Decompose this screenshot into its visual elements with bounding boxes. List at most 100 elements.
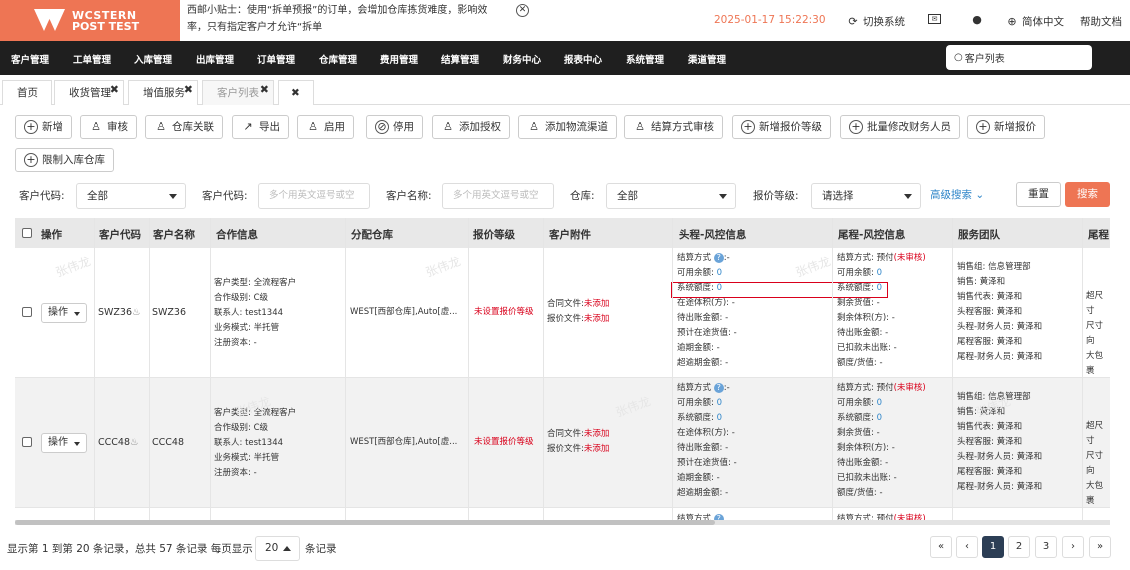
close-icon: ✖ [291, 87, 300, 99]
select-all-checkbox[interactable] [22, 228, 32, 238]
prev-page-button[interactable]: ‹ [956, 536, 978, 558]
warehouse-link-button[interactable]: ♙ 仓库关联 [145, 115, 223, 139]
col-divider [149, 218, 150, 524]
risk-value: - [879, 488, 883, 498]
switch-system-button[interactable]: ⟳ 切换系统 [847, 14, 905, 29]
add-quote-level-button[interactable]: + 新增报价等级 [732, 115, 831, 139]
last-page-button[interactable]: » [1089, 536, 1111, 558]
nav-item-fee[interactable]: 费用管理 [380, 52, 418, 66]
nav-item-inbound[interactable]: 入库管理 [134, 52, 172, 66]
tab-home[interactable]: 首页 [2, 80, 52, 105]
add-button[interactable]: + 新增 [15, 115, 72, 139]
close-icon[interactable]: ✖ [184, 78, 193, 102]
row-checkbox[interactable] [22, 437, 32, 447]
reset-button[interactable]: 重置 [1016, 182, 1061, 207]
question-icon[interactable]: ? [713, 383, 724, 393]
audit-button[interactable]: ♙ 审核 [80, 115, 137, 139]
settlement-audit-button[interactable]: ♙ 结算方式审核 [624, 115, 723, 139]
col-divider [345, 218, 346, 524]
customer-name-input[interactable]: 多个用英文逗号或空 [442, 183, 554, 209]
help-label: 帮助文档 [1080, 16, 1122, 28]
attach-value[interactable]: 未添加 [584, 314, 610, 324]
nav-item-finance[interactable]: 财务中心 [503, 52, 541, 66]
table-row: 操作 SWZ36♨ SWZ36 客户类型: 全流程客户 合作级别: C级 联系人… [15, 248, 1110, 378]
enable-button[interactable]: ♙ 启用 [297, 115, 354, 139]
nav-item-settlement[interactable]: 结算管理 [441, 52, 479, 66]
risk-label: 系统额度: [677, 413, 714, 423]
risk-value: 0 [876, 398, 882, 408]
close-icon[interactable]: ✖ [110, 78, 119, 102]
tab-value-added[interactable]: 增值服务 ✖ [128, 80, 198, 105]
attach-value[interactable]: 未添加 [584, 299, 610, 309]
row-service-team: 销售组: 信息管理部 销售: 黄泽和 销售代表: 黄泽和 头程客服: 黄泽和 头… [957, 390, 1042, 495]
horizontal-scrollbar[interactable] [15, 520, 1110, 525]
nav-item-warehouse[interactable]: 仓库管理 [319, 52, 357, 66]
row-service-team: 销售组: 信息管理部 销售: 黄泽和 销售代表: 黄泽和 头程客服: 黄泽和 头… [957, 260, 1042, 365]
page-size-select[interactable]: 20 [255, 536, 300, 561]
add-logistics-channel-button[interactable]: ♙ 添加物流渠道 [518, 115, 617, 139]
brand-logo[interactable]: WCSTERN POST TEST [0, 0, 180, 41]
nav-item-channel[interactable]: 渠道管理 [688, 52, 726, 66]
close-all-tabs-button[interactable]: ✖ [278, 80, 314, 105]
nav-search-input[interactable]: ○ 客户列表 [946, 45, 1092, 70]
col-header-quote: 报价等级 [473, 229, 515, 241]
tab-receiving[interactable]: 收货管理 ✖ [54, 80, 124, 105]
nav-item-order[interactable]: 订单管理 [257, 52, 295, 66]
user-button[interactable]: ● [971, 14, 987, 26]
search-icon: ○ [954, 52, 963, 63]
row-op-dropdown[interactable]: 操作 [41, 303, 87, 323]
risk-value: :- [723, 253, 730, 263]
customer-code-select[interactable]: 全部 [76, 183, 186, 209]
risk-value: - [893, 473, 897, 483]
limit-inbound-warehouse-button[interactable]: + 限制入库仓库 [15, 148, 114, 172]
row-checkbox[interactable] [22, 307, 32, 317]
tab-customer-list[interactable]: 客户列表 ✖ [202, 80, 274, 105]
nav-item-outbound[interactable]: 出库管理 [196, 52, 234, 66]
pagination-suffix: 条记录 [305, 543, 337, 555]
first-page-button[interactable]: « [930, 536, 952, 558]
risk-value: - [891, 313, 895, 323]
scrollbar-thumb[interactable] [15, 520, 715, 525]
question-icon[interactable]: ? [713, 253, 724, 263]
risk-value: - [731, 428, 735, 438]
attach-value[interactable]: 未添加 [584, 429, 610, 439]
add-auth-button[interactable]: ♙ 添加授权 [432, 115, 510, 139]
close-icon[interactable]: ✖ [260, 78, 269, 102]
col-divider [1082, 218, 1083, 524]
add-quote-button[interactable]: + 新增报价 [967, 115, 1045, 139]
page-3-button[interactable]: 3 [1035, 536, 1057, 558]
nav-item-workorder[interactable]: 工单管理 [73, 52, 111, 66]
risk-label: 剩余货值: [837, 298, 874, 308]
export-button[interactable]: ↗ 导出 [232, 115, 289, 139]
customer-code-input[interactable]: 多个用英文逗号或空 [258, 183, 370, 209]
mail-button[interactable]: ✉ [928, 14, 945, 24]
risk-value: 0 [716, 413, 722, 423]
nav-item-customer[interactable]: 客户管理 [11, 52, 49, 66]
logo-line1: WCSTERN [72, 8, 137, 22]
language-button[interactable]: ⊕ 简体中文 [1006, 14, 1064, 29]
advanced-search-link[interactable]: 高级搜索 ⌄ [930, 187, 984, 202]
row-tail-col: 超尺寸 尺寸向 大包裹 [1086, 419, 1110, 509]
add-quote-label: 新增报价 [994, 121, 1036, 133]
help-docs-link[interactable]: 帮助文档 [1080, 14, 1122, 29]
page-1-button[interactable]: 1 [982, 536, 1004, 558]
ban-icon: ⊘ [375, 120, 389, 134]
batch-edit-finance-button[interactable]: + 批量修改财务人员 [840, 115, 960, 139]
page-2-button[interactable]: 2 [1008, 536, 1030, 558]
row-op-dropdown[interactable]: 操作 [41, 433, 87, 453]
next-page-button[interactable]: › [1062, 536, 1084, 558]
attach-value[interactable]: 未添加 [584, 444, 610, 454]
risk-value: 0 [876, 413, 882, 423]
highlight-box [671, 282, 888, 298]
coop-line: 业务模式: 半托管 [214, 453, 280, 463]
warehouse-select[interactable]: 全部 [606, 183, 736, 209]
disable-button[interactable]: ⊘ 停用 [366, 115, 423, 139]
close-icon[interactable]: ✕ [516, 4, 529, 17]
search-button[interactable]: 搜索 [1065, 182, 1110, 207]
nav-item-system[interactable]: 系统管理 [626, 52, 664, 66]
col-header-coop: 合作信息 [216, 229, 258, 241]
settlement-audit-label: 结算方式审核 [651, 121, 714, 133]
quote-level-select[interactable]: 请选择 [811, 183, 921, 209]
nav-item-report[interactable]: 报表中心 [564, 52, 602, 66]
col-header-attach: 客户附件 [549, 229, 591, 241]
